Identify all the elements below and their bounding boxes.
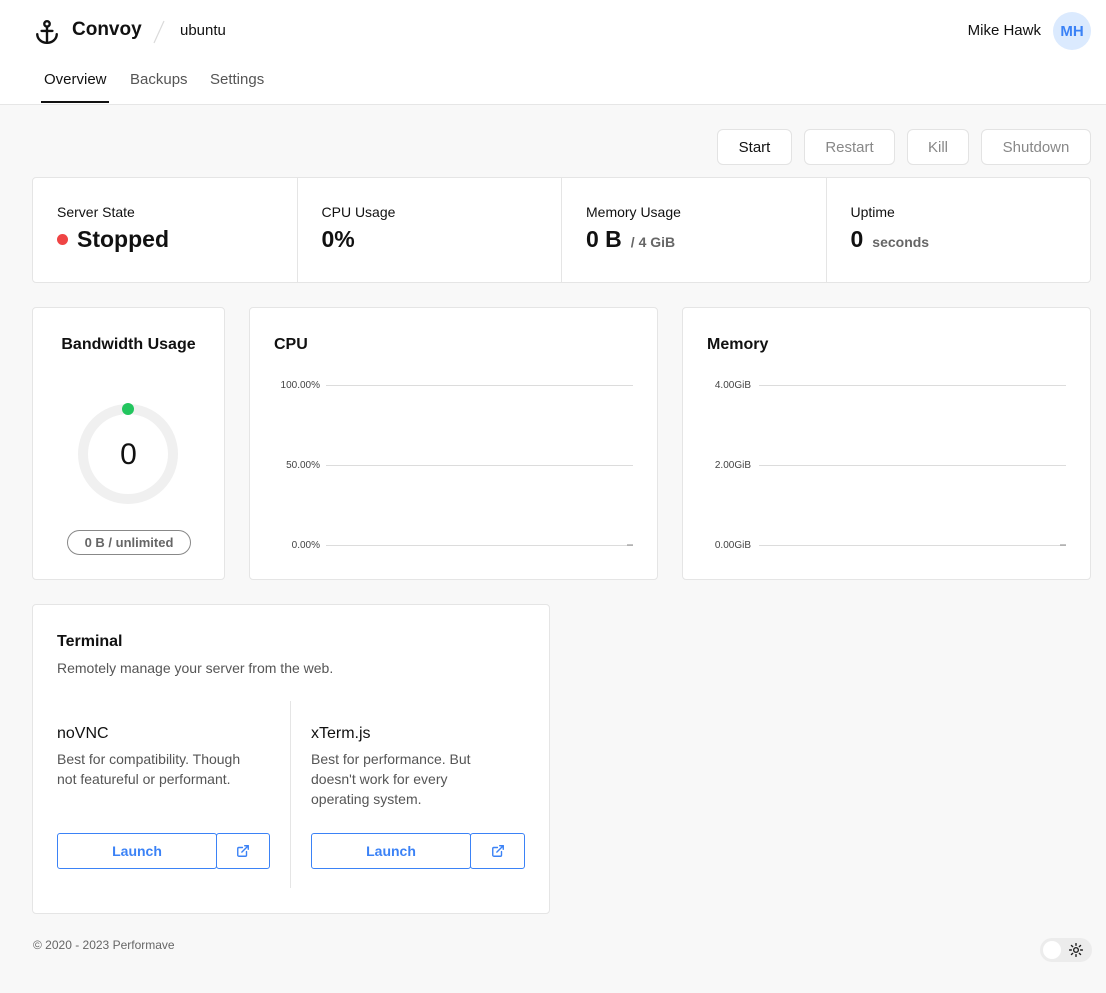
tab-settings[interactable]: Settings (210, 71, 264, 88)
stat-value-row: 0 B / 4 GiB (586, 226, 826, 253)
active-tab-indicator (41, 101, 109, 103)
cpu-y-tick: 50.00% (286, 460, 320, 471)
external-link-icon (237, 845, 249, 857)
tab-backups[interactable]: Backups (130, 71, 188, 88)
terminal-title: Terminal (57, 633, 123, 650)
uptime-unit: seconds (872, 234, 930, 250)
tab-overview[interactable]: Overview (44, 71, 107, 88)
novnc-description: Best for compatibility. Though not featu… (57, 749, 240, 789)
theme-toggle-knob (1043, 941, 1061, 959)
terminal-divider (290, 701, 291, 888)
brand-name[interactable]: Convoy (72, 19, 142, 41)
xtermjs-launch-button[interactable]: Launch (311, 833, 471, 869)
xtermjs-description-line: doesn't work for every (311, 771, 448, 787)
user-name[interactable]: Mike Hawk (968, 22, 1041, 39)
footer-copyright: © 2020 - 2023 Performave (33, 938, 175, 952)
server-name[interactable]: ubuntu (180, 22, 226, 39)
terminal-description: Remotely manage your server from the web… (57, 660, 334, 676)
memory-y-tick: 4.00GiB (714, 380, 751, 391)
terminal-card: Terminal Remotely manage your server fro… (32, 604, 550, 914)
memory-usage-value: 0 B (586, 226, 622, 252)
avatar[interactable]: MH (1053, 12, 1091, 50)
memory-limit: / 4 GiB (630, 234, 676, 250)
cpu-y-tick: 0.00% (291, 540, 320, 551)
novnc-description-line: not featureful or performant. (57, 771, 231, 787)
breadcrumb-separator (153, 20, 165, 44)
novnc-description-line: Best for compatibility. Though (57, 751, 241, 767)
cpu-chart-card: CPU 100.00% 50.00% 0.00% (249, 307, 658, 580)
stats-panel: Server State Stopped CPU Usage 0% Memory… (32, 177, 1091, 283)
xtermjs-description-line: operating system. (311, 791, 422, 807)
sun-icon (1069, 943, 1083, 957)
memory-chart-title: Memory (707, 336, 769, 353)
stat-uptime: Uptime 0 seconds (827, 178, 1091, 282)
stat-label: Uptime (850, 204, 895, 220)
xtermjs-description-line: Best for performance. But (311, 751, 471, 767)
cpu-usage-value: 0% (321, 226, 355, 252)
stat-server-state: Server State Stopped (33, 178, 298, 282)
novnc-launch-button[interactable]: Launch (57, 833, 217, 869)
top-bar: Convoy ubuntu Mike Hawk MH Overview Back… (0, 0, 1106, 105)
memory-y-tick: 0.00GiB (714, 540, 751, 551)
start-button[interactable]: Start (717, 129, 792, 165)
stat-memory-usage: Memory Usage 0 B / 4 GiB (562, 178, 827, 282)
anchor-icon[interactable] (34, 19, 60, 45)
memory-line-plot (1060, 544, 1066, 546)
bandwidth-usage-badge: 0 B / unlimited (67, 530, 191, 555)
novnc-open-new-tab-button[interactable] (216, 833, 270, 869)
restart-button[interactable]: Restart (804, 129, 895, 165)
stat-value-row: 0% (322, 226, 562, 253)
memory-y-tick: 2.00GiB (714, 460, 751, 471)
xtermjs-open-new-tab-button[interactable] (470, 833, 525, 869)
cpu-y-tick: 100.00% (280, 380, 320, 391)
memory-chart-card: Memory 4.00GiB 2.00GiB 0.00GiB (682, 307, 1091, 580)
novnc-title: noVNC (57, 725, 109, 742)
stat-cpu-usage: CPU Usage 0% (298, 178, 562, 282)
cpu-line-plot (627, 544, 633, 546)
stat-value-row: 0 seconds (851, 226, 1091, 253)
cpu-chart-title: CPU (274, 336, 308, 353)
server-state-value: Stopped (77, 226, 169, 252)
gauge-indicator-dot (122, 403, 134, 415)
xtermjs-title: xTerm.js (311, 725, 371, 742)
stat-label: Memory Usage (586, 204, 681, 220)
kill-button[interactable]: Kill (907, 129, 969, 165)
stat-value-row: Stopped (57, 226, 297, 253)
uptime-value: 0 (850, 226, 864, 252)
xtermjs-description: Best for performance. But doesn't work f… (311, 749, 471, 809)
status-indicator-dot (57, 234, 68, 245)
stat-label: Server State (57, 204, 135, 220)
stat-label: CPU Usage (321, 204, 396, 220)
bandwidth-value: 0 (120, 438, 137, 471)
external-link-icon (491, 845, 504, 857)
theme-toggle[interactable] (1040, 938, 1092, 962)
bandwidth-card: Bandwidth Usage 0 0 B / unlimited (32, 307, 225, 580)
shutdown-button[interactable]: Shutdown (981, 129, 1091, 165)
bandwidth-title: Bandwidth Usage (61, 336, 196, 353)
